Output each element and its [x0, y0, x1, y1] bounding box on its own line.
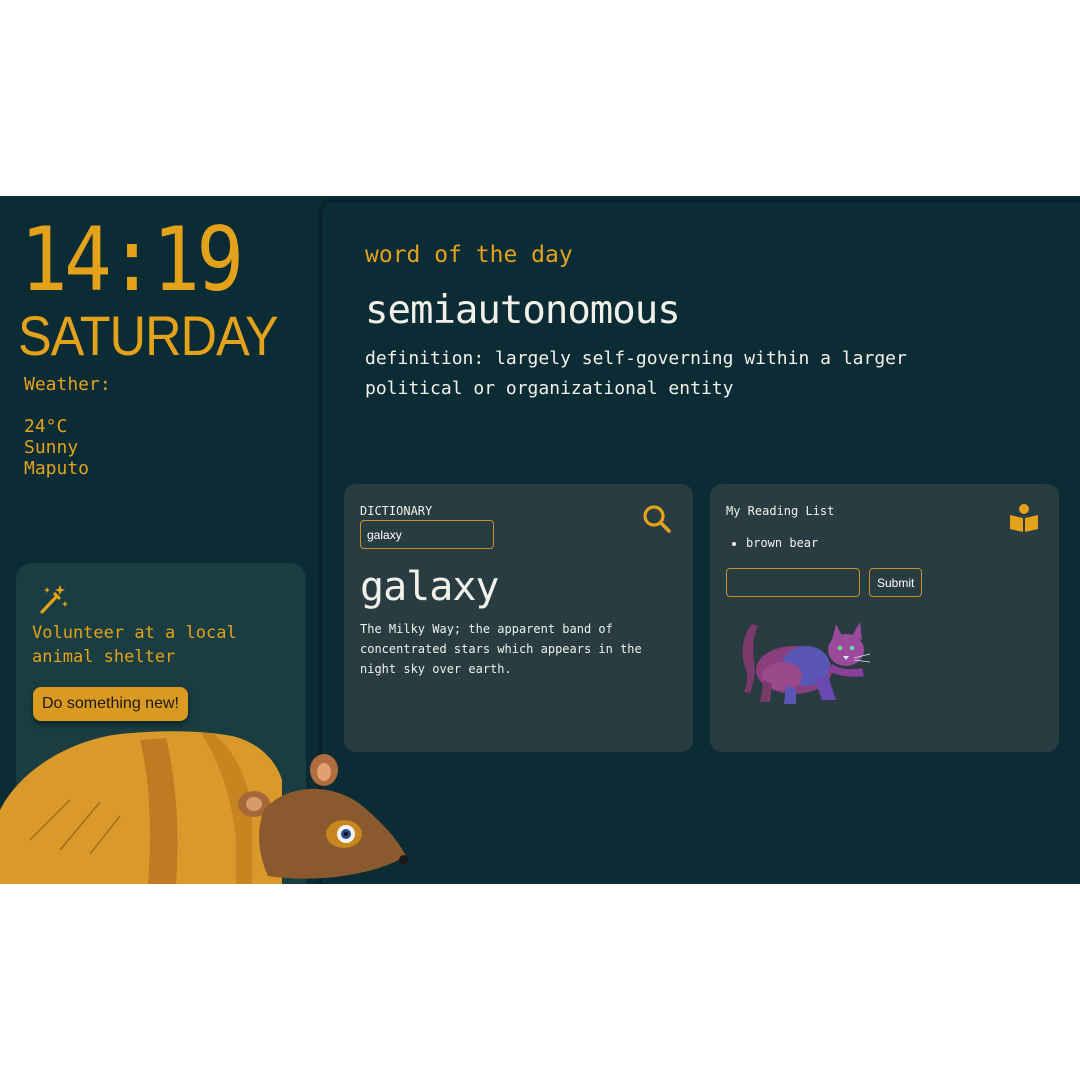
weather-temperature: 24°C — [24, 416, 68, 437]
weather-city: Maputo — [24, 458, 90, 479]
dictionary-search-input[interactable] — [360, 520, 494, 549]
day-of-week: SATURDAY — [18, 304, 279, 367]
dashboard-screen: 14:19 SATURDAY Weather: 24°C Sunny Maput… — [0, 196, 1080, 884]
reading-list-title: My Reading List — [726, 504, 835, 518]
clock-time: 14:19 — [20, 208, 244, 311]
do-something-new-button[interactable]: Do something new! — [33, 687, 188, 721]
reading-list-input[interactable] — [726, 568, 860, 597]
dictionary-word: galaxy — [360, 564, 499, 610]
word-of-the-day-label: word of the day — [365, 242, 573, 268]
magic-wand-icon — [40, 585, 68, 614]
dictionary-label: DICTIONARY — [360, 504, 433, 518]
weather-title: Weather: — [24, 374, 111, 395]
submit-button[interactable]: Submit — [869, 568, 923, 597]
reading-list: brown bear — [732, 536, 818, 550]
activity-suggestion-card: Volunteer at a local animal shelter Do s… — [16, 563, 306, 884]
word-of-the-day-word: semiautonomous — [365, 288, 681, 333]
main-panel: word of the day semiautonomous definitio… — [322, 202, 1080, 884]
word-of-the-day-definition: definition: largely self-governing withi… — [365, 348, 907, 399]
purple-cat-illustration — [742, 622, 871, 704]
open-book-reader-icon — [1010, 504, 1038, 532]
dictionary-card: DICTIONARY galaxy The Milky Way; the app… — [344, 484, 693, 752]
reading-list-card: My Reading List brown bear Submit — [710, 484, 1059, 752]
weather-info: 24°C Sunny Maputo — [24, 416, 89, 479]
dictionary-definition: The Milky Way; the apparent band of conc… — [360, 622, 642, 676]
weather-condition: Sunny — [24, 437, 79, 458]
reading-list-item: brown bear — [746, 536, 818, 550]
suggestion-text: Volunteer at a local animal shelter — [32, 623, 237, 667]
search-icon[interactable] — [642, 504, 672, 534]
